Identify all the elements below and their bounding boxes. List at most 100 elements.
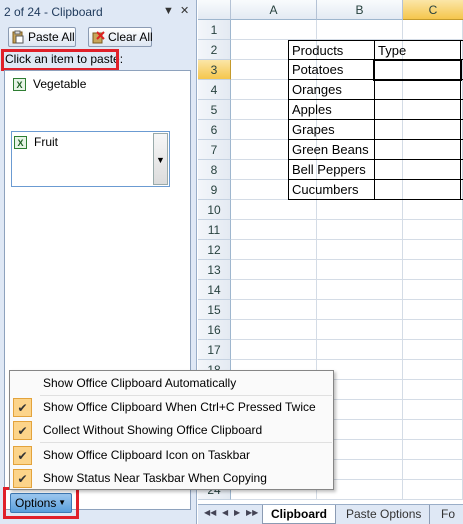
checkmark-icon: ✔ — [13, 421, 32, 440]
sheet-tab-partial[interactable]: Fo — [433, 505, 463, 524]
product-cell[interactable]: Potatoes — [288, 60, 374, 80]
grid-cell[interactable] — [403, 480, 463, 500]
type-cell[interactable] — [374, 140, 463, 160]
product-cell[interactable]: Grapes — [288, 120, 374, 140]
row-header[interactable]: 12 — [198, 240, 231, 260]
grid-cell[interactable] — [317, 220, 403, 240]
product-cell[interactable]: Bell Peppers — [288, 160, 374, 180]
row-header[interactable]: 17 — [198, 340, 231, 360]
table-header-products[interactable]: Products — [288, 40, 374, 60]
row-header[interactable]: 1 — [198, 20, 231, 40]
paste-all-button[interactable]: Paste All — [8, 27, 76, 47]
grid-cell[interactable] — [231, 220, 317, 240]
sheet-tab-clipboard[interactable]: Clipboard — [262, 505, 336, 524]
type-cell[interactable] — [374, 160, 463, 180]
grid-cell[interactable] — [403, 420, 463, 440]
grid-cell[interactable] — [231, 20, 317, 40]
clear-all-button[interactable]: Clear All — [88, 27, 153, 47]
type-cell[interactable] — [374, 100, 463, 120]
grid-cell[interactable] — [317, 280, 403, 300]
clipboard-item-fruit[interactable]: X Fruit ▼ — [11, 131, 170, 187]
row-header[interactable]: 14 — [198, 280, 231, 300]
paste-icon — [11, 30, 25, 44]
menu-item-option[interactable]: ✔ Show Status Near Taskbar When Copying — [10, 467, 333, 490]
row-header[interactable]: 2 — [198, 40, 231, 60]
row-header[interactable]: 7 — [198, 140, 231, 160]
grid-cell[interactable] — [317, 200, 403, 220]
grid-cell[interactable] — [403, 260, 463, 280]
grid-cell[interactable] — [403, 300, 463, 320]
grid-cell[interactable] — [403, 320, 463, 340]
select-all-corner[interactable] — [198, 0, 231, 20]
column-header-b[interactable]: B — [317, 0, 403, 20]
row-header[interactable]: 8 — [198, 160, 231, 180]
grid-cell[interactable] — [317, 340, 403, 360]
row-header[interactable]: 16 — [198, 320, 231, 340]
menu-separator — [40, 442, 332, 443]
grid-cell[interactable] — [403, 380, 463, 400]
row-header[interactable]: 6 — [198, 120, 231, 140]
menu-item-option[interactable]: ✔ Collect Without Showing Office Clipboar… — [10, 419, 333, 442]
checkmark-icon: ✔ — [13, 398, 32, 417]
column-header-c[interactable]: C — [403, 0, 463, 20]
row-header[interactable]: 3 — [198, 60, 231, 80]
grid-cell[interactable] — [403, 240, 463, 260]
grid-cell[interactable] — [317, 20, 403, 40]
column-header-a[interactable]: A — [231, 0, 317, 20]
row-header[interactable]: 9 — [198, 180, 231, 200]
row-header[interactable]: 10 — [198, 200, 231, 220]
grid-cell[interactable] — [231, 260, 317, 280]
grid-cell[interactable] — [231, 300, 317, 320]
type-cell[interactable] — [374, 80, 463, 100]
product-cell[interactable]: Apples — [288, 100, 374, 120]
last-sheet-icon[interactable]: ▶▶ — [246, 508, 258, 517]
next-sheet-icon[interactable]: ▶ — [234, 508, 240, 517]
grid-cell[interactable] — [231, 340, 317, 360]
grid-cell[interactable] — [231, 240, 317, 260]
grid-cell[interactable] — [403, 460, 463, 480]
grid-cell[interactable] — [403, 440, 463, 460]
pane-close-icon[interactable]: ✕ — [180, 4, 189, 18]
grid-cell[interactable] — [403, 20, 463, 40]
sheet-tab-paste-options[interactable]: Paste Options — [338, 505, 431, 524]
menu-separator — [40, 395, 332, 396]
pane-title: 2 of 24 - Clipboard — [4, 5, 103, 19]
grid-cell[interactable] — [317, 260, 403, 280]
clear-icon — [91, 30, 105, 44]
prev-sheet-icon[interactable]: ◀ — [222, 508, 228, 517]
table-header-type[interactable]: Type — [374, 40, 463, 60]
product-cell[interactable]: Oranges — [288, 80, 374, 100]
type-cell[interactable] — [374, 120, 463, 140]
grid-cell[interactable] — [317, 300, 403, 320]
grid-cell[interactable] — [403, 280, 463, 300]
grid-cell[interactable] — [231, 320, 317, 340]
row-header[interactable]: 13 — [198, 260, 231, 280]
grid-cell[interactable] — [403, 220, 463, 240]
row-header[interactable]: 15 — [198, 300, 231, 320]
product-cell[interactable]: Cucumbers — [288, 180, 374, 200]
item-dropdown-button[interactable]: ▼ — [153, 133, 168, 185]
menu-item-option[interactable]: ✔ Show Office Clipboard Icon on Taskbar — [10, 444, 333, 467]
pane-menu-dropdown-icon[interactable]: ▼ — [163, 4, 174, 18]
grid-cell[interactable] — [403, 200, 463, 220]
grid-cell[interactable] — [403, 340, 463, 360]
grid-cell[interactable] — [231, 200, 317, 220]
menu-item-option[interactable]: Show Office Clipboard Automatically — [10, 372, 333, 395]
grid-cell[interactable] — [403, 400, 463, 420]
row-header[interactable]: 11 — [198, 220, 231, 240]
menu-item-option[interactable]: ✔ Show Office Clipboard When Ctrl+C Press… — [10, 396, 333, 419]
type-cell[interactable] — [374, 180, 463, 200]
row-header[interactable]: 5 — [198, 100, 231, 120]
options-menu: Show Office Clipboard Automatically ✔ Show… — [9, 370, 334, 490]
grid-cell[interactable] — [403, 360, 463, 380]
grid-cell[interactable] — [231, 280, 317, 300]
row-header[interactable]: 4 — [198, 80, 231, 100]
grid-cell[interactable] — [317, 320, 403, 340]
clipboard-item-vegetable[interactable]: X Vegetable — [11, 74, 174, 128]
checkmark-icon: ✔ — [13, 446, 32, 465]
active-cell-c3[interactable] — [373, 59, 462, 81]
grid-cell[interactable] — [317, 240, 403, 260]
options-button[interactable]: Options ▼ — [10, 493, 72, 513]
first-sheet-icon[interactable]: ◀◀ — [204, 508, 216, 517]
product-cell[interactable]: Green Beans — [288, 140, 374, 160]
